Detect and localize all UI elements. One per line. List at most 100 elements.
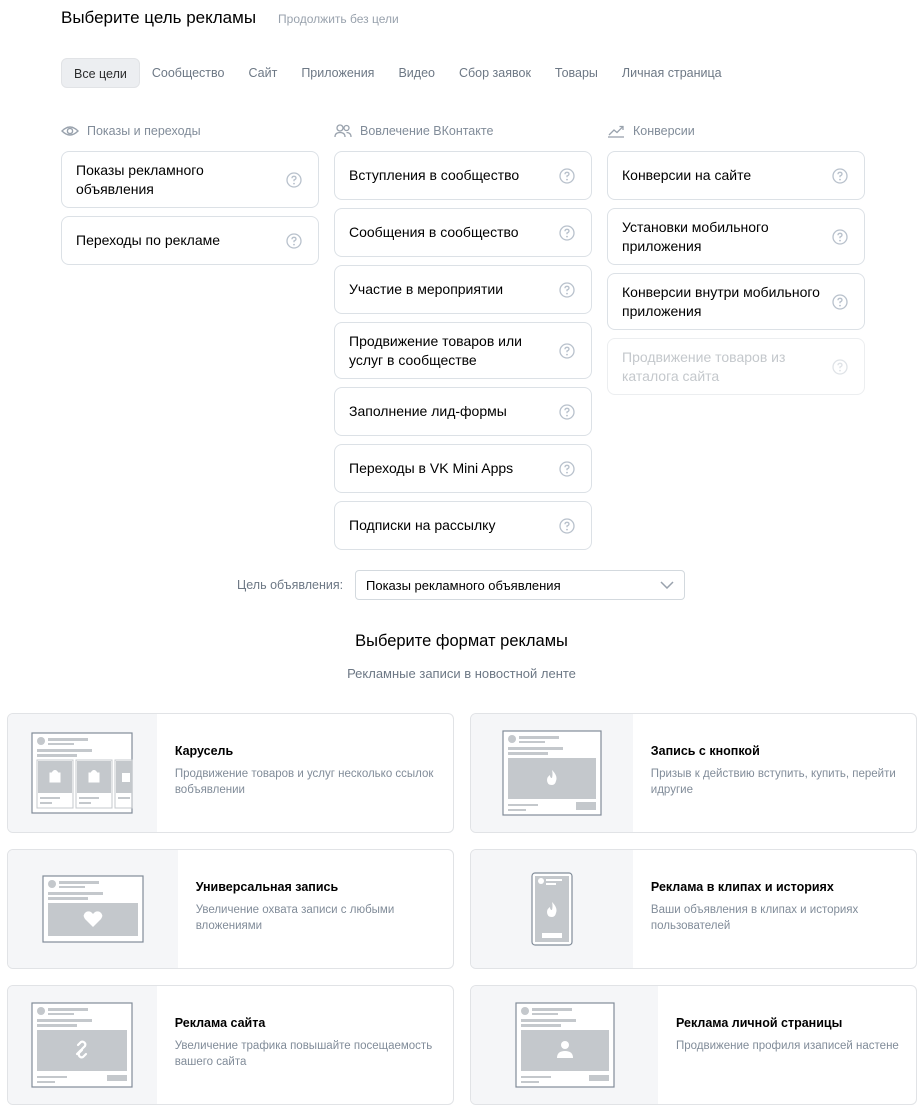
goal-option-label: Продвижение товаров или услуг в сообщест… [349, 332, 522, 368]
column-heading-label: Показы и переходы [87, 124, 201, 138]
goal-option-label: Конверсии на сайте [622, 167, 752, 183]
ad-goal-row: Цель объявления: Показы рекламного объяв… [237, 570, 685, 600]
tab-video[interactable]: Видео [386, 58, 447, 88]
goal-option-newsletter[interactable]: Подписки на рассылку [334, 501, 592, 550]
column-heading: Показы и переходы [61, 122, 319, 140]
skip-goal-link[interactable]: Продолжить без цели [278, 12, 399, 26]
format-card-name: Реклама сайта [174, 1016, 266, 1030]
format-card-name: Реклама личной страницы [676, 1016, 843, 1030]
help-icon[interactable] [559, 224, 575, 241]
goal-option-label: Показы рекламного объявления [76, 161, 204, 197]
personal-page-thumbnail [471, 986, 658, 1104]
button-post-thumbnail [471, 714, 633, 832]
goal-option-mini-apps[interactable]: Переходы в VK Mini Apps [334, 444, 592, 493]
button-post-preview-icon [502, 730, 602, 816]
goal-option-in-app-conversions[interactable]: Конверсии внутри мобильного приложения [607, 273, 865, 330]
help-icon[interactable] [832, 167, 848, 184]
tab-all-goals[interactable]: Все цели [61, 58, 140, 88]
goal-option-label: Установки мобильного приложения [622, 218, 769, 254]
format-card-universal-post[interactable]: Универсальная запись Увеличение охвата з… [7, 849, 454, 969]
clips-stories-thumbnail [471, 850, 633, 968]
universal-post-thumbnail [8, 850, 178, 968]
format-card-description: Увеличение охвата записи с любыми вложен… [195, 904, 395, 932]
help-icon[interactable] [559, 460, 575, 477]
help-icon[interactable] [286, 171, 302, 188]
format-card-name: Карусель [174, 744, 234, 758]
format-card-clips-stories[interactable]: Реклама в клипах и историях Ваши объявле… [470, 849, 917, 969]
format-card-name: Реклама в клипах и историях [650, 880, 834, 894]
column-heading: Вовлечение ВКонтакте [334, 122, 592, 140]
format-card-personal-page[interactable]: Реклама личной страницы Продвижение проф… [470, 985, 917, 1105]
help-icon [832, 358, 848, 375]
tab-community[interactable]: Сообщество [140, 58, 237, 88]
eye-icon [61, 126, 79, 136]
format-card-name: Запись с кнопкой [650, 744, 760, 758]
format-card-description: Продвижение профиля изаписей настене [676, 1040, 899, 1052]
goal-option-joins[interactable]: Вступления в сообщество [334, 151, 592, 200]
format-card-description: Призыв к действию вступить, купить, пере… [650, 768, 896, 796]
goal-option-label: Продвижение товаров из каталога сайта [622, 348, 786, 384]
goal-option-site-conversions[interactable]: Конверсии на сайте [607, 151, 865, 200]
goal-option-label: Подписки на рассылку [349, 517, 496, 533]
goal-option-catalog-products: Продвижение товаров из каталога сайта [607, 338, 865, 395]
profile-preview-icon [514, 1002, 615, 1088]
site-ad-thumbnail [8, 986, 157, 1104]
goal-column-impressions: Показы и переходы Показы рекламного объя… [61, 122, 319, 273]
page-header: Выберите цель рекламы Продолжить без цел… [61, 8, 399, 28]
carousel-thumbnail [8, 714, 157, 832]
tab-leads[interactable]: Сбор заявок [447, 58, 543, 88]
universal-post-preview-icon [42, 875, 144, 943]
help-icon[interactable] [559, 342, 575, 359]
format-card-button-post[interactable]: Запись с кнопкой Призыв к действию вступ… [470, 713, 917, 833]
tab-personal-page[interactable]: Личная страница [610, 58, 734, 88]
help-icon[interactable] [832, 293, 848, 310]
goal-option-label: Заполнение лид-формы [349, 403, 507, 419]
goal-option-lead-form[interactable]: Заполнение лид-формы [334, 387, 592, 436]
format-card-description: Увеличение трафика повышайте посещаемост… [174, 1040, 433, 1068]
goal-option-label: Конверсии внутри мобильного приложения [622, 283, 820, 319]
format-card-name: Универсальная запись [195, 880, 339, 894]
goal-tabs: Все цели Сообщество Сайт Приложения Виде… [61, 58, 734, 88]
column-heading-label: Конверсии [633, 124, 695, 138]
column-heading-label: Вовлечение ВКонтакте [360, 124, 494, 138]
tab-site[interactable]: Сайт [236, 58, 289, 88]
ad-goal-value: Показы рекламного объявления [366, 577, 561, 593]
chevron-down-icon [660, 581, 674, 589]
format-subtitle: Рекламные записи в новостной ленте [347, 666, 576, 681]
ad-goal-label: Цель объявления: [237, 578, 344, 592]
goal-option-label: Участие в мероприятии [349, 281, 504, 297]
goal-option-clicks[interactable]: Переходы по рекламе [61, 216, 319, 265]
help-icon[interactable] [559, 281, 575, 298]
site-ad-preview-icon [31, 1002, 133, 1088]
ad-goal-select[interactable]: Показы рекламного объявления [355, 570, 685, 600]
tab-apps[interactable]: Приложения [289, 58, 386, 88]
page-title: Выберите цель рекламы [61, 8, 257, 27]
goal-column-engagement: Вовлечение ВКонтакте Вступления в сообще… [334, 122, 592, 558]
goal-option-label: Сообщения в сообщество [349, 224, 519, 240]
users-icon [334, 124, 352, 138]
trend-up-icon [608, 125, 624, 138]
goal-option-messages[interactable]: Сообщения в сообщество [334, 208, 592, 257]
format-card-description: Продвижение товаров и услуг несколько сс… [174, 768, 434, 796]
format-card-description: Ваши объявления в клипах и историях поль… [650, 904, 859, 932]
format-card-carousel[interactable]: Карусель Продвижение товаров и услуг нес… [7, 713, 454, 833]
tab-products[interactable]: Товары [543, 58, 610, 88]
goal-option-app-installs[interactable]: Установки мобильного приложения [607, 208, 865, 265]
goal-option-products-in-community[interactable]: Продвижение товаров или услуг в сообщест… [334, 322, 592, 379]
goal-option-event[interactable]: Участие в мероприятии [334, 265, 592, 314]
help-icon[interactable] [559, 167, 575, 184]
goal-option-label: Вступления в сообщество [349, 167, 520, 183]
help-icon[interactable] [559, 517, 575, 534]
help-icon[interactable] [559, 403, 575, 420]
stories-preview-icon [531, 872, 573, 946]
goal-option-label: Переходы по рекламе [76, 232, 221, 248]
help-icon[interactable] [286, 232, 302, 249]
goal-option-impressions[interactable]: Показы рекламного объявления [61, 151, 319, 208]
goal-option-label: Переходы в VK Mini Apps [349, 460, 514, 476]
help-icon[interactable] [832, 228, 848, 245]
format-card-site-ad[interactable]: Реклама сайта Увеличение трафика повышай… [7, 985, 454, 1105]
carousel-preview-icon [31, 732, 134, 814]
format-title: Выберите формат рекламы [355, 632, 568, 650]
goal-column-conversions: Конверсии Конверсии на сайте Установки м… [607, 122, 865, 403]
column-heading: Конверсии [607, 122, 865, 140]
